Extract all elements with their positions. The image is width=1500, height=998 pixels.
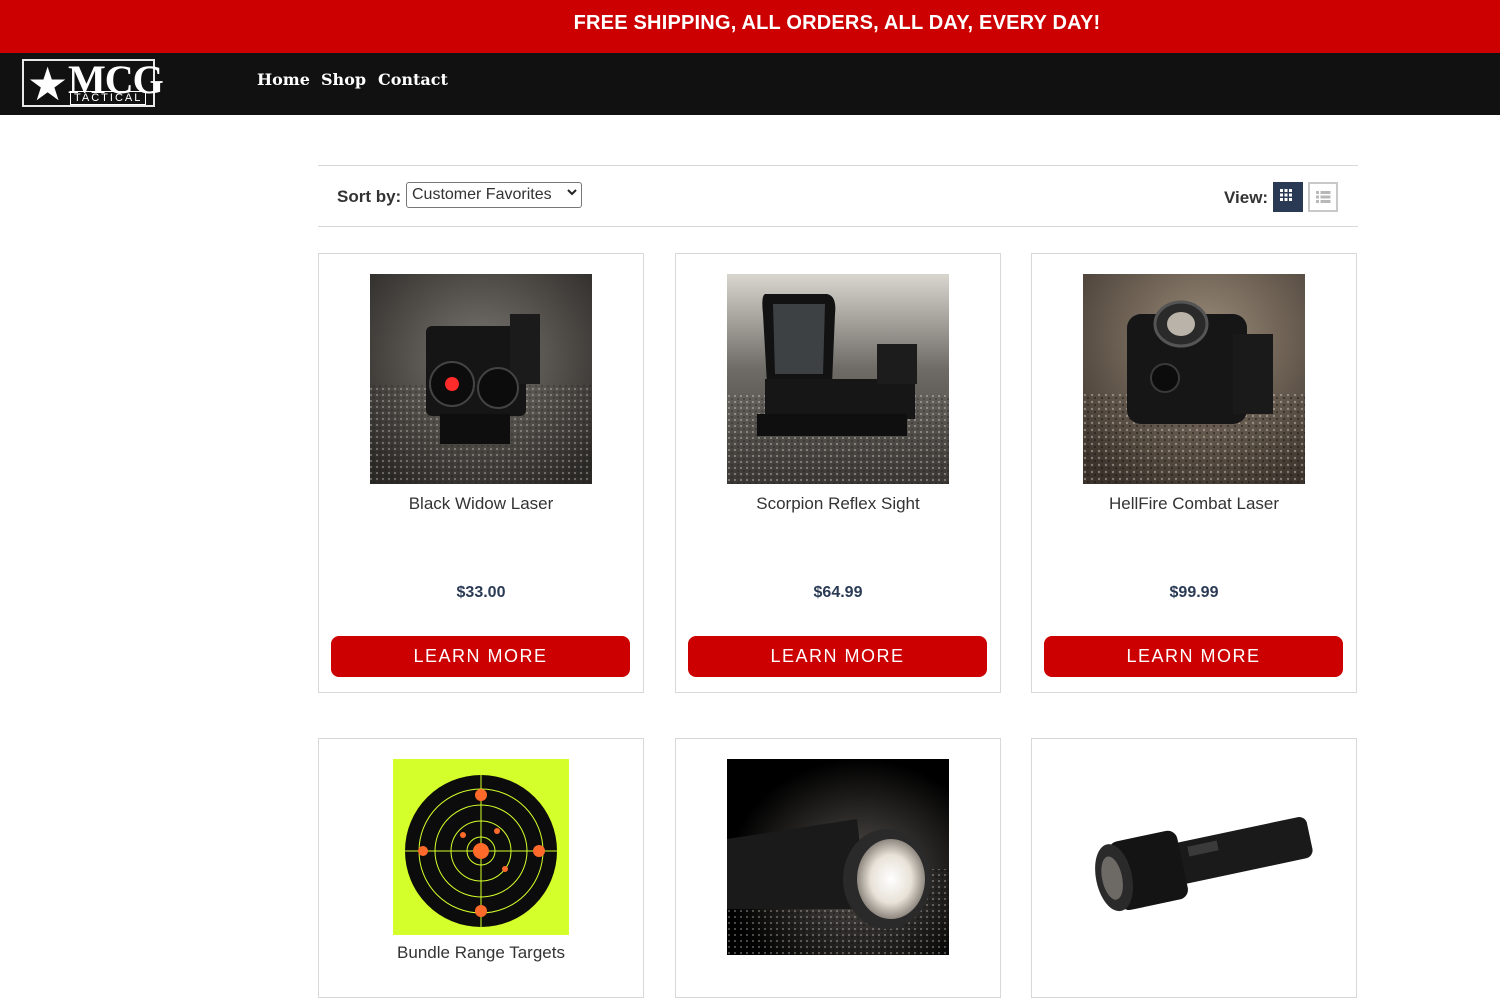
product-image-combat-laser[interactable]	[1083, 274, 1305, 484]
grid-view-button[interactable]	[1273, 182, 1303, 212]
product-name[interactable]: HellFire Combat Laser	[1032, 494, 1356, 514]
product-image-targets[interactable]	[393, 759, 569, 935]
product-name[interactable]: Bundle Range Targets	[319, 943, 643, 963]
list-view-button[interactable]	[1308, 182, 1338, 212]
list-icon	[1316, 191, 1331, 203]
sort-select[interactable]: Customer Favorites	[406, 182, 582, 208]
product-image-tactical-flashlight[interactable]	[1072, 759, 1322, 955]
promo-banner: FREE SHIPPING, ALL ORDERS, ALL DAY, EVER…	[0, 0, 1500, 53]
catalog-toolbar: Sort by: Customer Favorites View:	[318, 165, 1358, 227]
learn-more-button[interactable]: LEARN MORE	[1044, 636, 1343, 677]
promo-text: FREE SHIPPING, ALL ORDERS, ALL DAY, EVER…	[573, 12, 1101, 34]
learn-more-button[interactable]: LEARN MORE	[688, 636, 987, 677]
product-card[interactable]: Black Widow Laser $33.00 LEARN MORE	[318, 253, 644, 693]
learn-more-button[interactable]: LEARN MORE	[331, 636, 630, 677]
product-name[interactable]: Scorpion Reflex Sight	[676, 494, 1000, 514]
product-card[interactable]	[675, 738, 1001, 998]
nav-home[interactable]: Home	[257, 70, 310, 89]
product-image-reflex-sight[interactable]	[727, 274, 949, 484]
nav-contact[interactable]: Contact	[378, 70, 448, 89]
product-image-flashlight[interactable]	[727, 759, 949, 955]
star-icon: ★	[27, 58, 69, 110]
logo-sub: TACTICAL	[70, 91, 147, 105]
site-logo[interactable]: ★ MCG TACTICAL	[22, 58, 164, 110]
product-price: $99.99	[1169, 584, 1219, 601]
product-price: $33.00	[456, 584, 506, 601]
product-image-laser[interactable]	[370, 274, 592, 484]
chevron-down-icon	[567, 189, 577, 196]
sort-label: Sort by:	[337, 187, 402, 206]
product-name[interactable]: Black Widow Laser	[319, 494, 643, 514]
product-card[interactable]: HellFire Combat Laser $99.99 LEARN MORE	[1031, 253, 1357, 693]
grid-icon	[1280, 189, 1292, 201]
nav-shop[interactable]: Shop	[321, 70, 366, 89]
product-price: $64.99	[813, 584, 863, 601]
product-card[interactable]: Bundle Range Targets	[318, 738, 644, 998]
top-navigation: ★ MCG TACTICAL Home Shop Contact	[0, 53, 1500, 115]
sort-value: Customer Favorites	[412, 186, 552, 203]
product-card[interactable]: Scorpion Reflex Sight $64.99 LEARN MORE	[675, 253, 1001, 693]
product-card[interactable]	[1031, 738, 1357, 998]
view-label: View:	[1224, 188, 1269, 207]
